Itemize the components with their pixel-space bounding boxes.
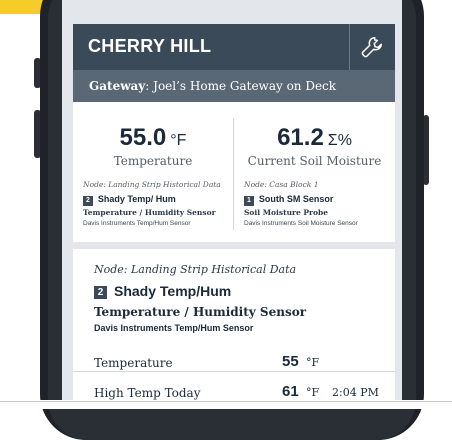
temperature-value-line: 55.0 °F [73, 124, 233, 152]
reading-time: 2:04 PM [332, 386, 379, 399]
reading-label: High Temp Today [94, 386, 201, 400]
sensor-name-text: South SM Sensor [258, 194, 334, 204]
card-sensor-name: 2 Shady Temp/ Hum [83, 194, 176, 206]
app-screen: CHERRY HILL Gateway: Joel’s Home Gateway… [62, 0, 402, 409]
summary-cards: 55.0 °F Temperature Node: Landing Strip H… [73, 102, 395, 242]
header-divider [349, 24, 350, 70]
reading-row-temperature: Temperature 55 °F [94, 353, 384, 373]
gateway-label: Gateway [89, 79, 146, 93]
bottom-divider [0, 401, 452, 402]
gateway-text: Gateway: Joel’s Home Gateway on Deck [89, 79, 336, 93]
reading-unit: °F [306, 356, 320, 369]
reading-unit: °F [306, 386, 320, 399]
soil-moisture-value: 61.2 [277, 124, 324, 151]
sensor-detail-panel: Node: Landing Strip Historical Data 2 Sha… [73, 249, 395, 409]
card-sensor-model: Davis Instruments Temp/Hum Sensor [83, 220, 191, 227]
temperature-label: Temperature [113, 154, 193, 168]
card-sensor-name: 1 South SM Sensor [244, 194, 333, 206]
card-sensor-type: Temperature / Humidity Sensor [83, 208, 216, 217]
reading-label: Temperature [94, 356, 173, 370]
detail-sensor-badge: 2 [94, 286, 107, 299]
card-node-name: Node: Casa Block 1 [244, 180, 319, 189]
row-divider [73, 371, 395, 372]
soil-moisture-label: Current Soil Moisture [247, 154, 382, 168]
page-title: CHERRY HILL [88, 36, 212, 56]
soil-moisture-value-line: 61.2 Σ% [234, 124, 395, 152]
sensor-name-text: Shady Temp/ Hum [97, 194, 176, 204]
sensor-number-badge: 1 [244, 196, 254, 206]
detail-sensor-text: Shady Temp/Hum [114, 283, 232, 299]
card-sensor-model: Davis Instruments Soil Moisture Sensor [244, 220, 358, 227]
sensor-number-badge: 2 [83, 196, 93, 206]
reading-value: 55 [282, 353, 299, 370]
detail-sensor-type: Temperature / Humidity Sensor [94, 305, 307, 319]
reading-value: 61 [282, 383, 299, 400]
temperature-value: 55.0 [119, 124, 167, 151]
temperature-unit: °F [170, 132, 187, 149]
gateway-bar: Gateway: Joel’s Home Gateway on Deck [73, 70, 395, 102]
detail-node-name: Node: Landing Strip Historical Data [94, 263, 297, 276]
app-header: CHERRY HILL [73, 24, 395, 70]
temperature-card[interactable]: 55.0 °F Temperature Node: Landing Strip H… [73, 102, 233, 242]
soil-moisture-unit: Σ% [327, 132, 352, 149]
detail-sensor-name: 2 Shady Temp/Hum [94, 283, 231, 300]
detail-sensor-model: Davis Instruments Temp/Hum Sensor [94, 323, 254, 333]
wrench-icon[interactable] [359, 34, 385, 60]
gateway-value: : Joel’s Home Gateway on Deck [145, 79, 337, 93]
soil-moisture-card[interactable]: 61.2 Σ% Current Soil Moisture Node: Casa … [234, 102, 395, 242]
card-node-name: Node: Landing Strip Historical Data [83, 180, 221, 189]
card-sensor-type: Soil Moisture Probe [244, 208, 328, 217]
